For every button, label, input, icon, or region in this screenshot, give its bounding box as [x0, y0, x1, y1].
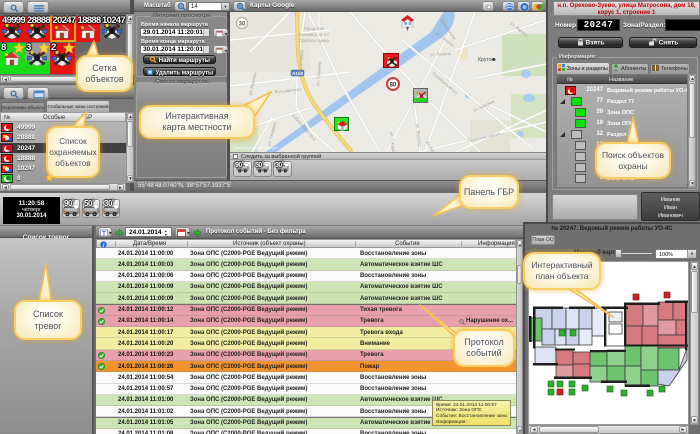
svg-text:Орехово-Зуево: Орехово-Зуево — [299, 38, 329, 43]
svg-text:больница № 4 Г: больница № 4 Г — [298, 32, 330, 37]
svg-text:Городская: Городская — [304, 26, 324, 31]
svg-text:80: 80 — [390, 83, 397, 89]
svg-text:30: 30 — [239, 21, 246, 27]
svg-text:Данные карты © Google: Данные карты © Google — [233, 145, 278, 150]
svg-text:Крутое: Крутое — [478, 57, 495, 63]
